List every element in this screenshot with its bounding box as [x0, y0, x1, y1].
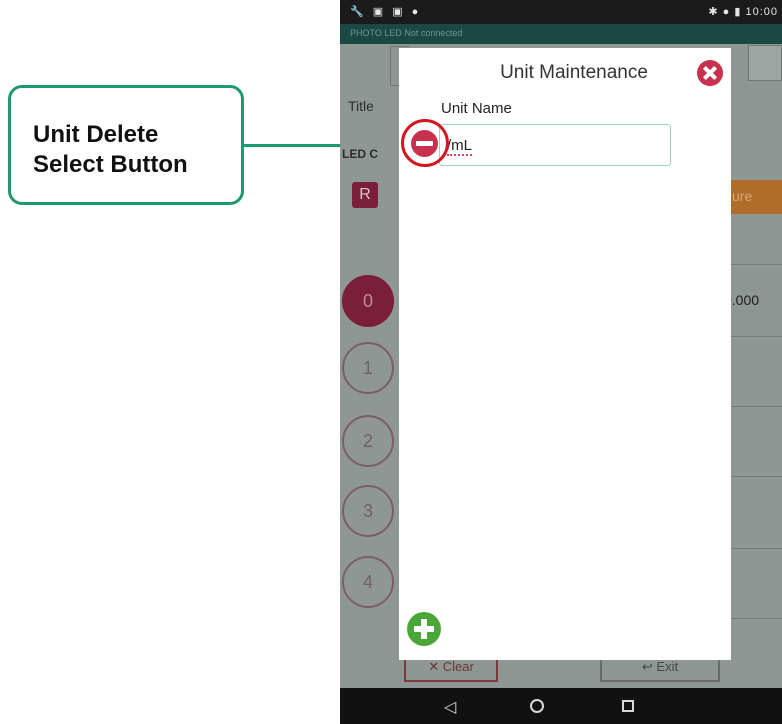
- status-time: 10:00: [745, 6, 778, 18]
- background-row-number-3: 3: [342, 485, 394, 537]
- background-row-number-2: 2: [342, 415, 394, 467]
- background-row-number-4: 4: [342, 556, 394, 608]
- callout-line-2: Select Button: [33, 151, 188, 178]
- background-title-label: Title: [348, 98, 374, 114]
- background-graph-icon: [748, 45, 782, 81]
- status-icons-right: ✱ ● ▮ 10:00: [708, 5, 778, 18]
- unit-name-column-label: Unit Name: [441, 100, 512, 117]
- status-icons-left: 🔧 ▣ ▣ ●: [350, 6, 422, 18]
- tablet-screen: 🔧 ▣ ▣ ● ✱ ● ▮ 10:00 PHOTO LED Not connec…: [340, 0, 782, 724]
- back-icon[interactable]: ◁: [444, 697, 456, 717]
- connection-status: PHOTO LED Not connected: [350, 28, 463, 38]
- close-icon[interactable]: [697, 60, 723, 86]
- unit-name-field[interactable]: /mL: [439, 124, 671, 166]
- background-led-label: LED C: [342, 147, 378, 161]
- status-icons-right-symbols: ✱ ● ▮: [708, 6, 742, 18]
- callout-line-1: Unit Delete: [33, 121, 159, 148]
- background-r-button: R: [352, 182, 378, 208]
- annotation-callout: Unit Delete Select Button: [8, 85, 244, 205]
- app-bar: PHOTO LED Not connected: [340, 24, 782, 44]
- status-bar: 🔧 ▣ ▣ ● ✱ ● ▮ 10:00: [340, 0, 782, 24]
- unit-delete-select-button[interactable]: [411, 130, 438, 157]
- background-row-number-1: 1: [342, 342, 394, 394]
- navigation-bar: ◁: [340, 688, 782, 724]
- add-unit-button[interactable]: [407, 612, 441, 646]
- background-row-number-0: 0: [342, 275, 394, 327]
- unit-name-value: /mL: [447, 137, 473, 156]
- unit-maintenance-dialog: Unit Maintenance Unit Name /mL: [399, 48, 731, 660]
- screenshot-root: Unit Delete Select Button 🔧 ▣ ▣ ● ✱ ● ▮ …: [0, 0, 782, 724]
- home-icon[interactable]: [530, 699, 544, 713]
- recent-apps-icon[interactable]: [622, 700, 634, 712]
